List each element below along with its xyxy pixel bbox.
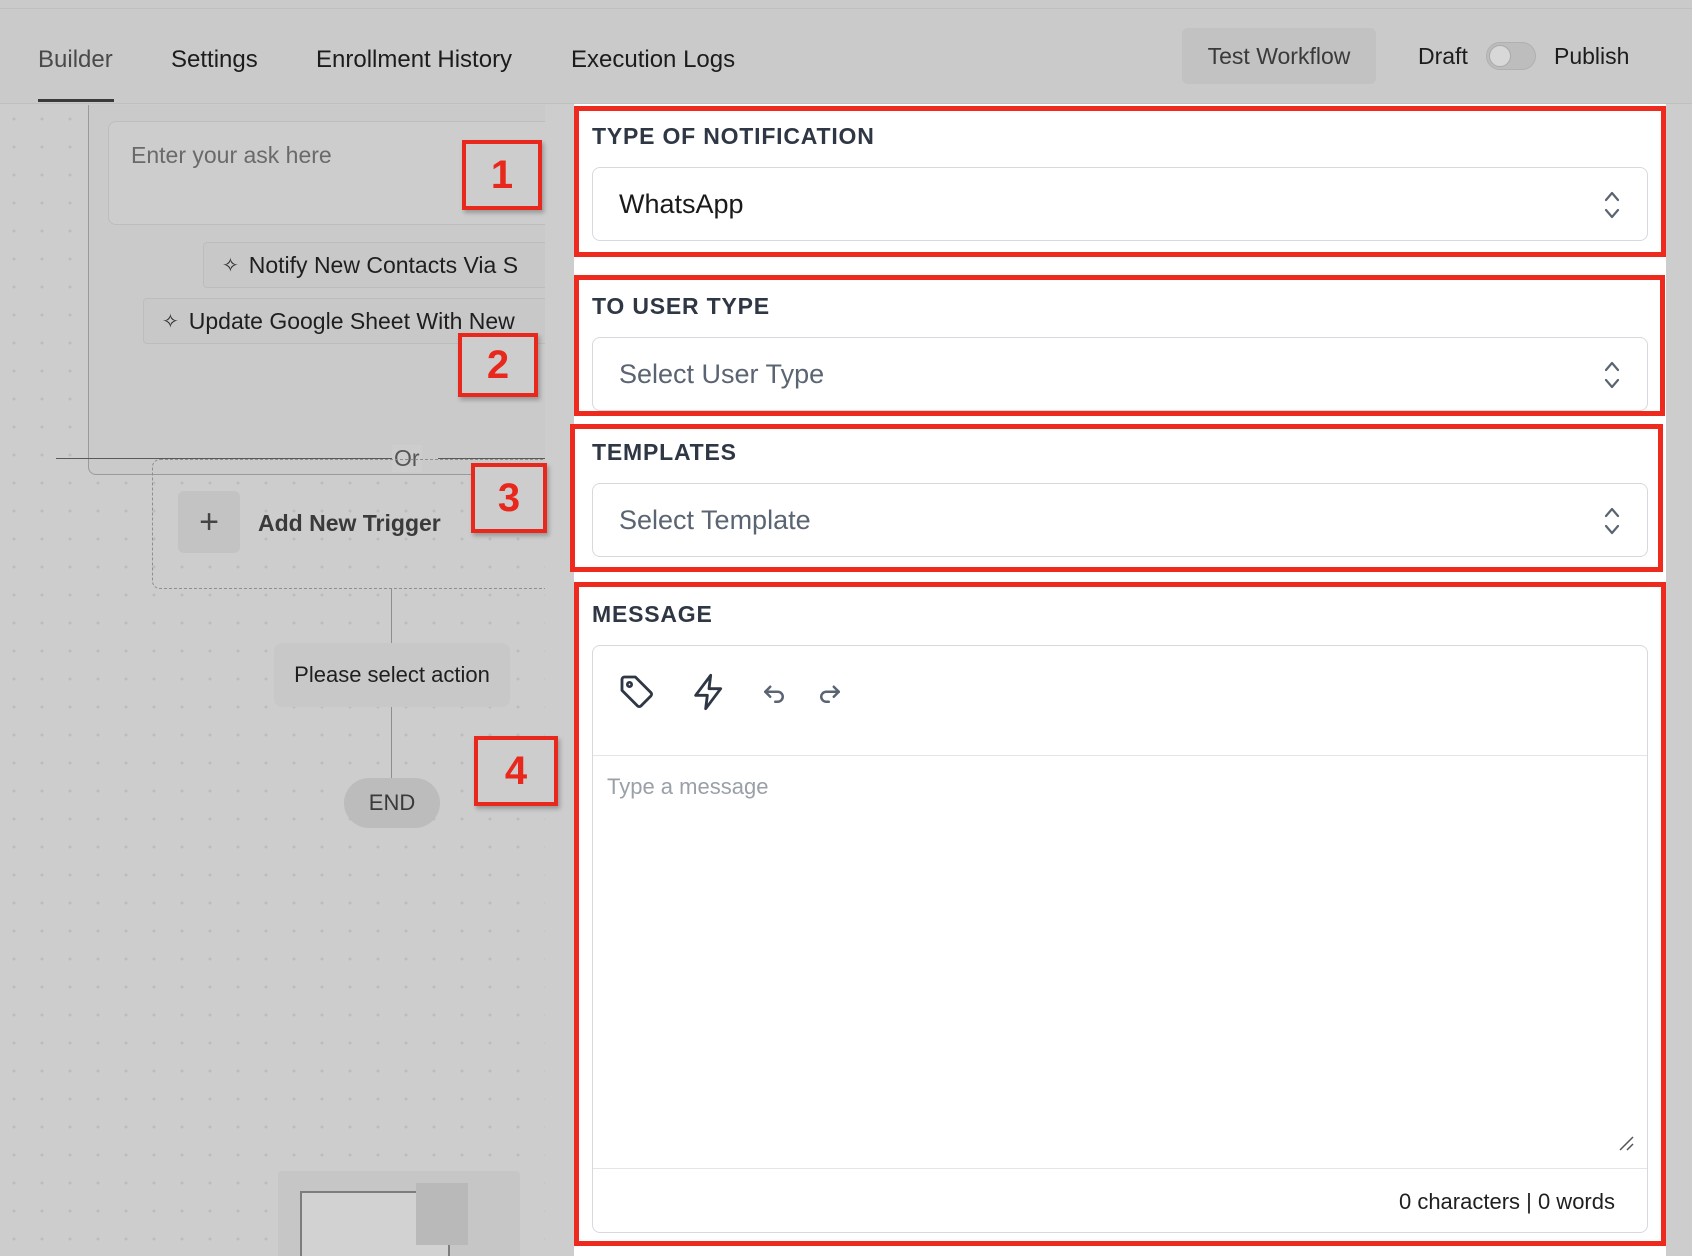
minimap-node [416, 1183, 468, 1245]
resize-grip-icon[interactable] [1617, 1134, 1635, 1152]
redo-icon[interactable] [815, 678, 845, 708]
notification-type-select[interactable]: WhatsApp [592, 167, 1648, 241]
select-action-label: Please select action [294, 662, 490, 687]
annotation-badge-4: 4 [474, 736, 558, 806]
chevron-up-down-icon [1604, 191, 1620, 219]
annotation-badge-3: 3 [471, 463, 547, 533]
message-textarea[interactable]: Type a message [607, 774, 768, 800]
lightning-icon[interactable] [689, 672, 729, 712]
character-word-counter: 0 characters | 0 words [1398, 1189, 1615, 1214]
notification-type-value: WhatsApp [619, 188, 744, 219]
templates-label: TEMPLATES [592, 439, 737, 465]
publish-toggle[interactable] [1486, 42, 1536, 70]
sparkle-icon: ✧ [222, 254, 239, 277]
sparkle-icon: ✧ [162, 310, 179, 333]
publish-label: Publish [1554, 43, 1630, 69]
message-label: MESSAGE [592, 601, 713, 627]
plus-icon[interactable]: + [178, 491, 240, 553]
notification-type-label: TYPE OF NOTIFICATION [592, 123, 875, 149]
toggle-knob [1489, 45, 1511, 67]
message-editor: Type a message 0 characters | 0 words [592, 645, 1648, 1233]
minimap[interactable] [278, 1171, 520, 1256]
end-node: END [344, 778, 440, 828]
test-workflow-button[interactable]: Test Workflow [1182, 28, 1376, 84]
ask-placeholder: Enter your ask here [131, 142, 332, 168]
template-placeholder: Select Template [619, 504, 811, 535]
user-type-select[interactable]: Select User Type [592, 337, 1648, 411]
chevron-up-down-icon [1604, 361, 1620, 389]
suggestion-chip-notify[interactable]: ✧ Notify New Contacts Via S [203, 242, 545, 288]
undo-icon[interactable] [759, 678, 789, 708]
annotation-badge-2: 2 [458, 333, 538, 397]
connector-line [391, 707, 392, 778]
select-action-node[interactable]: Please select action [274, 643, 510, 707]
workflow-canvas[interactable]: Enter your ask here ✧ Notify New Contact… [0, 105, 545, 1256]
annotation-badge-1: 1 [462, 140, 542, 210]
chevron-up-down-icon [1604, 507, 1620, 535]
top-navigation: Builder Settings Enrollment History Exec… [0, 0, 1692, 104]
tab-execution-logs[interactable]: Execution Logs [571, 46, 735, 74]
active-tab-indicator [38, 99, 114, 102]
draft-label: Draft [1418, 43, 1468, 69]
connector-line [391, 589, 392, 643]
end-label: END [368, 790, 416, 815]
suggestion-label: Notify New Contacts Via S [248, 251, 519, 278]
tab-builder[interactable]: Builder [38, 46, 113, 74]
message-toolbar [593, 646, 1647, 756]
suggestion-label: Update Google Sheet With New [188, 307, 515, 334]
message-footer: 0 characters | 0 words [593, 1168, 1647, 1234]
user-type-label: TO USER TYPE [592, 293, 770, 319]
tab-settings[interactable]: Settings [171, 46, 258, 74]
template-select[interactable]: Select Template [592, 483, 1648, 557]
top-divider [0, 8, 1692, 9]
user-type-placeholder: Select User Type [619, 358, 825, 389]
tab-enrollment-history[interactable]: Enrollment History [316, 46, 512, 74]
tag-icon[interactable] [617, 672, 657, 712]
add-trigger-label[interactable]: Add New Trigger [258, 510, 441, 537]
